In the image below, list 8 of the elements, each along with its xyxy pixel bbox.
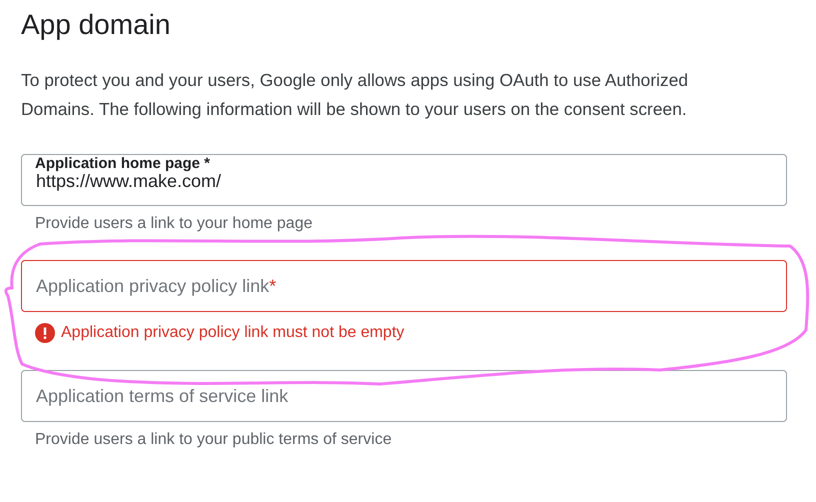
helper-text: Provide users a link to your public terms of service (35, 430, 393, 450)
input-field[interactable]: Application privacy policy link* (21, 260, 787, 312)
description-text: To protect you and your users, Google only allows apps using OAuth to use Authorized Domains. The following information will be shown to your users on the consent screen. (21, 69, 690, 121)
section-title: App domain (21, 8, 172, 42)
error-message: Application privacy policy link must not be empty (61, 323, 404, 343)
helper-text: Provide users a link to your home page (35, 214, 314, 234)
input-field[interactable]: Application terms of service link (21, 370, 787, 422)
error-icon (35, 323, 55, 343)
